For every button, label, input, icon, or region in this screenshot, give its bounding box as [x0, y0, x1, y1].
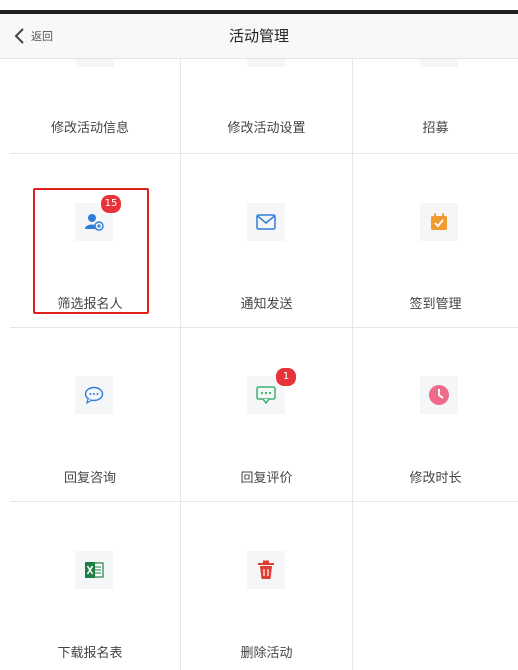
selection-highlight [33, 188, 149, 314]
chevron-left-icon [14, 28, 24, 44]
nav-header: 活动管理 返回 [0, 14, 518, 59]
cell-label: 回复评价 [240, 471, 293, 486]
cell-label: 通知发送 [240, 297, 293, 312]
delete-activity-button[interactable]: 删除活动 [181, 502, 352, 670]
cell-label: 下载报名表 [57, 646, 123, 661]
calendar-check-icon-glyph [431, 213, 447, 230]
settings-icon [247, 59, 285, 67]
cell-label: 修改活动设置 [227, 121, 306, 136]
page-title: 活动管理 [228, 27, 289, 45]
recruit-icon [420, 59, 458, 67]
action-grid: 修改活动信息 修改活动设置 招募 15 筛选报名人 通知发送 签到管理 回复咨询… [0, 59, 518, 670]
chat-bubble-icon [75, 376, 113, 414]
trash-icon-glyph [258, 560, 274, 579]
edit-activity-settings-button[interactable]: 修改活动设置 [181, 59, 352, 153]
edit-info-icon [76, 59, 114, 67]
checkin-management-button[interactable]: 签到管理 [353, 154, 518, 327]
download-registration-button[interactable]: 下载报名表 [0, 502, 180, 670]
cell-label: 签到管理 [409, 297, 462, 312]
back-label: 返回 [31, 30, 53, 43]
status-bar [0, 0, 518, 14]
reply-consultation-button[interactable]: 回复咨询 [0, 328, 180, 501]
edit-duration-button[interactable]: 修改时长 [353, 328, 518, 501]
excel-icon-glyph [85, 562, 104, 578]
send-notification-button[interactable]: 通知发送 [181, 154, 352, 327]
cell-label: 修改时长 [409, 471, 462, 486]
cell-label: 回复咨询 [63, 471, 116, 486]
mail-icon [247, 203, 285, 241]
reply-reviews-button[interactable]: 1 回复评价 [181, 328, 352, 501]
back-button[interactable]: 返回 [12, 24, 53, 48]
edit-activity-info-button[interactable]: 修改活动信息 [0, 59, 180, 153]
calendar-check-icon [420, 203, 458, 241]
clock-icon [420, 376, 458, 414]
excel-icon [75, 551, 113, 589]
empty-cell [353, 502, 518, 670]
recruit-button[interactable]: 招募 [353, 59, 518, 153]
chat-bubble-icon-glyph [84, 386, 104, 404]
cell-label: 删除活动 [240, 646, 293, 661]
reviews-count-badge: 1 [275, 367, 297, 387]
mail-icon-glyph [256, 214, 276, 230]
comment-dots-icon-glyph [256, 386, 276, 404]
clock-icon-glyph [429, 385, 449, 405]
trash-icon [247, 551, 285, 589]
cell-label: 招募 [422, 121, 449, 136]
cell-label: 修改活动信息 [50, 121, 129, 136]
